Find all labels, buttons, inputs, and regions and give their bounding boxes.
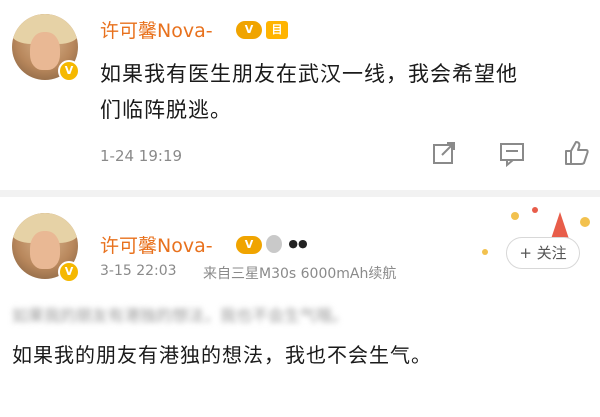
username[interactable]: 许可馨Nova- xyxy=(100,231,213,258)
post-card: V 许可馨Nova- V 目 如果我有医生朋友在武汉一线，我会希望他 们临阵脱逃… xyxy=(0,0,600,190)
blurred-text: 如果我的朋友有港独的想法，我也不会生气哦。 xyxy=(12,306,349,324)
post-text-line-2: 们临阵脱逃。 xyxy=(100,98,232,122)
verified-icon: V xyxy=(58,261,80,283)
post-text: 如果我的朋友有港独的想法，我也不会生气。 xyxy=(12,343,432,367)
like-icon[interactable] xyxy=(562,139,590,167)
post-card: V 许可馨Nova- V ●● 3-15 22:03 来自三星M30s 6000… xyxy=(0,197,600,417)
comment-icon[interactable] xyxy=(498,139,526,167)
vip-icon: V xyxy=(236,21,262,39)
post-text-line-1: 如果我有医生朋友在武汉一线，我会希望他 xyxy=(100,62,518,86)
vip-icon: V xyxy=(236,236,262,254)
username[interactable]: 许可馨Nova- xyxy=(100,16,213,43)
medal-icon xyxy=(266,235,282,253)
post-timestamp: 3-15 22:03 xyxy=(100,263,177,279)
post-timestamp: 1-24 19:19 xyxy=(100,147,183,165)
follow-button[interactable]: + 关注 xyxy=(506,237,580,269)
panda-icon: ●● xyxy=(288,237,308,250)
level-icon: 目 xyxy=(266,21,288,39)
verified-icon: V xyxy=(58,60,80,82)
post-source: 来自三星M30s 6000mAh续航 xyxy=(203,266,397,282)
avatar-face xyxy=(30,231,60,269)
share-icon[interactable] xyxy=(430,139,458,167)
avatar-face xyxy=(30,32,60,70)
